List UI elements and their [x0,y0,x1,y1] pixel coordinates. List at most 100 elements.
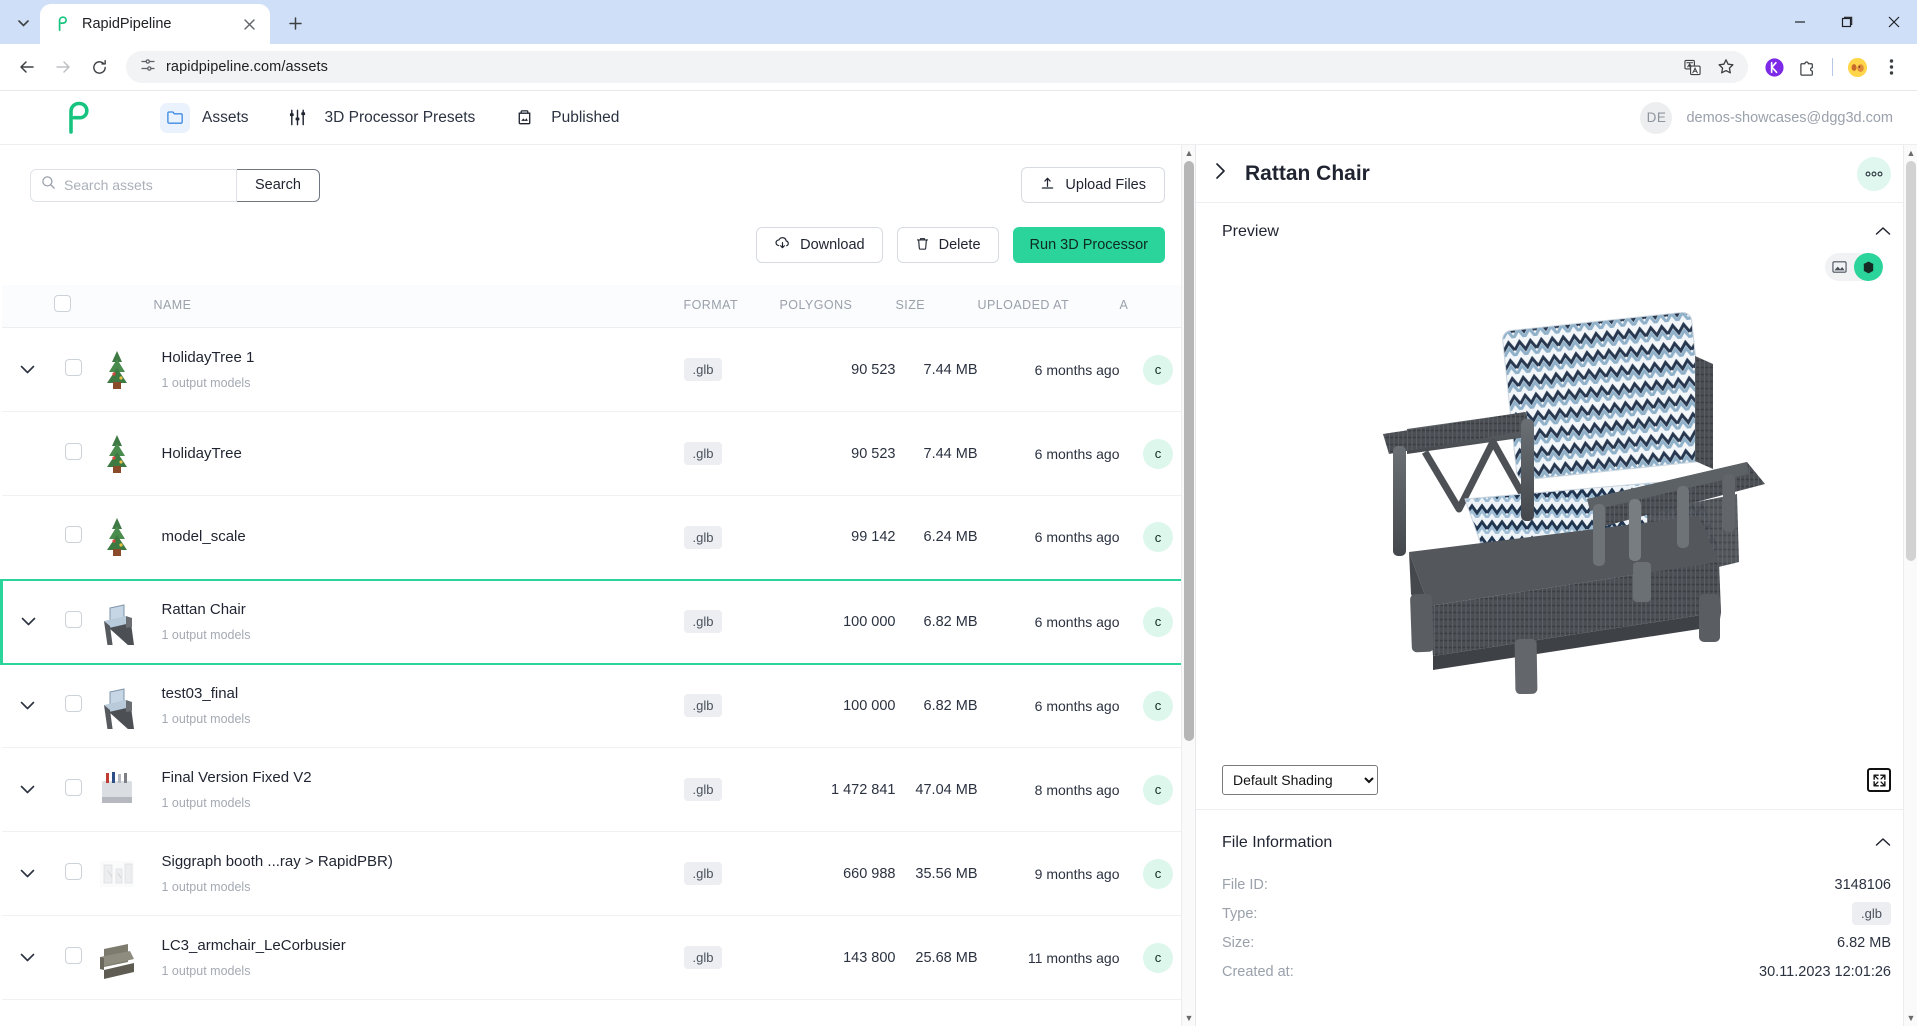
row-select-cell[interactable] [53,327,94,412]
status-badge[interactable]: c [1143,858,1173,889]
delete-button[interactable]: Delete [896,227,999,263]
shading-select[interactable]: Default ShadingWireframeNormalsUV Checke… [1222,765,1378,795]
status-badge[interactable]: c [1143,522,1173,553]
select-all-checkbox[interactable] [53,295,71,312]
search-input-wrap[interactable] [30,168,237,202]
assets-scrollbar-thumb[interactable] [1184,161,1194,741]
table-row[interactable]: Siggraph booth ...ray > RapidPBR) 1 outpu… [1,831,1195,916]
nav-item-assets[interactable]: Assets [160,102,249,133]
row-select-cell[interactable] [53,495,94,580]
row-name-cell[interactable]: Rattan Chair 1 output models [153,578,684,665]
bookmark-star-icon[interactable] [1710,51,1742,83]
status-badge[interactable]: c [1143,438,1173,469]
browser-tab[interactable]: RapidPipeline [40,4,270,44]
chevron-down-icon[interactable] [20,365,35,374]
row-name-cell[interactable]: model_scale [153,495,684,580]
translate-icon[interactable] [1676,51,1708,83]
row-expand-cell[interactable] [1,411,54,496]
download-button[interactable]: Download [756,227,883,263]
status-badge[interactable]: c [1143,690,1173,721]
chevron-right-icon[interactable] [1214,162,1227,185]
cube-icon[interactable] [1854,253,1883,281]
more-options-icon[interactable] [1857,156,1891,191]
back-arrow-icon[interactable] [10,50,44,84]
extensions-puzzle-icon[interactable] [1792,51,1824,83]
chevron-down-icon[interactable] [21,617,36,626]
profile-avatar-icon[interactable] [1841,51,1873,83]
row-expand-cell[interactable] [1,831,54,916]
fullscreen-icon[interactable] [1867,768,1891,792]
chevron-down-icon[interactable] [20,785,35,794]
search-button[interactable]: Search [237,168,320,202]
row-name-cell[interactable]: LC3_armchair_LeCorbusier 1 output models [153,915,684,1000]
nav-item-published[interactable]: Published [509,103,619,133]
table-row[interactable]: LC3_armchair_LeCorbusier 1 output models.… [1,915,1195,1000]
preview-chevron-up-icon[interactable] [1875,225,1891,239]
preview-mode-toggle[interactable] [1825,253,1883,281]
row-checkbox[interactable] [65,526,82,544]
table-row[interactable]: HolidayTree 1 1 output models .glb 90 523 7.… [1,327,1195,412]
row-checkbox[interactable] [65,946,82,964]
reload-icon[interactable] [82,50,116,84]
tab-list-chevron-down-icon[interactable] [6,6,40,40]
row-expand-cell[interactable] [1,915,54,1000]
status-badge[interactable]: c [1143,942,1173,973]
detail-scrollbar[interactable]: ▲ ▼ [1903,145,1917,1026]
rapidpipeline-logo[interactable] [24,99,134,137]
minimize-icon[interactable] [1776,0,1823,44]
maximize-icon[interactable] [1823,0,1870,44]
file-information-chevron-up-icon[interactable] [1875,836,1891,850]
chevron-down-icon[interactable] [20,869,35,878]
new-tab-button[interactable] [278,6,312,40]
row-checkbox[interactable] [65,778,82,796]
chrome-menu-icon[interactable] [1875,51,1907,83]
th-format[interactable]: FORMAT [683,285,780,328]
table-row[interactable]: Final Version Fixed V2 1 output models .gl… [1,747,1195,832]
row-name-cell[interactable]: test03_final 1 output models [153,663,684,748]
kaspersky-extension-icon[interactable] [1758,51,1790,83]
th-select-all[interactable] [53,285,94,328]
assets-scrollbar[interactable]: ▲ ▼ [1181,145,1195,1026]
preview-viewer[interactable]: Default ShadingWireframeNormalsUV Checke… [1196,249,1917,809]
window-close-icon[interactable] [1870,0,1917,44]
th-name[interactable]: NAME [153,285,684,328]
upload-files-button[interactable]: Upload Files [1021,167,1165,203]
row-select-cell[interactable] [53,663,94,748]
row-checkbox[interactable] [65,694,82,712]
th-size[interactable]: SIZE [895,285,978,328]
th-uploaded-at[interactable]: UPLOADED AT [977,285,1120,328]
row-name-cell[interactable]: HolidayTree 1 1 output models [153,327,684,412]
nav-item-3d-processor-presets[interactable]: 3D Processor Presets [283,103,475,133]
run-3d-processor-button[interactable]: Run 3D Processor [1012,227,1165,263]
table-row[interactable]: Rattan Chair 1 output models .glb 100 000 6.… [0,578,1195,665]
table-row[interactable]: HolidayTree .glb 90 523 7.44 MB 6 months ago… [1,411,1195,496]
table-row[interactable]: test03_final 1 output models .glb 100 000 6.… [1,663,1195,748]
row-select-cell[interactable] [53,411,94,496]
detail-scroll-down-arrow-icon[interactable]: ▼ [1904,1010,1917,1026]
detail-scrollbar-thumb[interactable] [1906,161,1916,561]
file-information-header[interactable]: File Information [1196,814,1917,860]
row-checkbox[interactable] [65,610,82,628]
row-name-cell[interactable]: Siggraph booth ...ray > RapidPBR) 1 outpu… [153,831,684,916]
search-input[interactable] [64,177,226,193]
app-header-user[interactable]: DE demos-showcases@dgg3d.com [1640,101,1893,134]
forward-arrow-icon[interactable] [46,50,80,84]
tab-close-icon[interactable] [238,13,260,35]
status-badge[interactable]: c [1143,774,1173,805]
row-expand-cell[interactable] [1,747,54,832]
scroll-up-arrow-icon[interactable]: ▲ [1182,145,1195,161]
address-bar[interactable]: rapidpipeline.com/assets [126,51,1748,83]
detail-scroll-up-arrow-icon[interactable]: ▲ [1904,145,1917,161]
row-select-cell[interactable] [53,831,94,916]
preview-section-header[interactable]: Preview [1196,203,1917,249]
site-settings-icon[interactable] [140,57,156,78]
chevron-down-icon[interactable] [20,953,35,962]
row-expand-cell[interactable] [0,578,54,665]
row-checkbox[interactable] [65,358,82,376]
row-name-cell[interactable]: Final Version Fixed V2 1 output models [153,747,684,832]
row-checkbox[interactable] [65,442,82,460]
status-badge[interactable]: c [1143,606,1173,637]
scroll-down-arrow-icon[interactable]: ▼ [1182,1010,1195,1026]
row-select-cell[interactable] [53,578,94,665]
row-checkbox[interactable] [65,862,82,880]
